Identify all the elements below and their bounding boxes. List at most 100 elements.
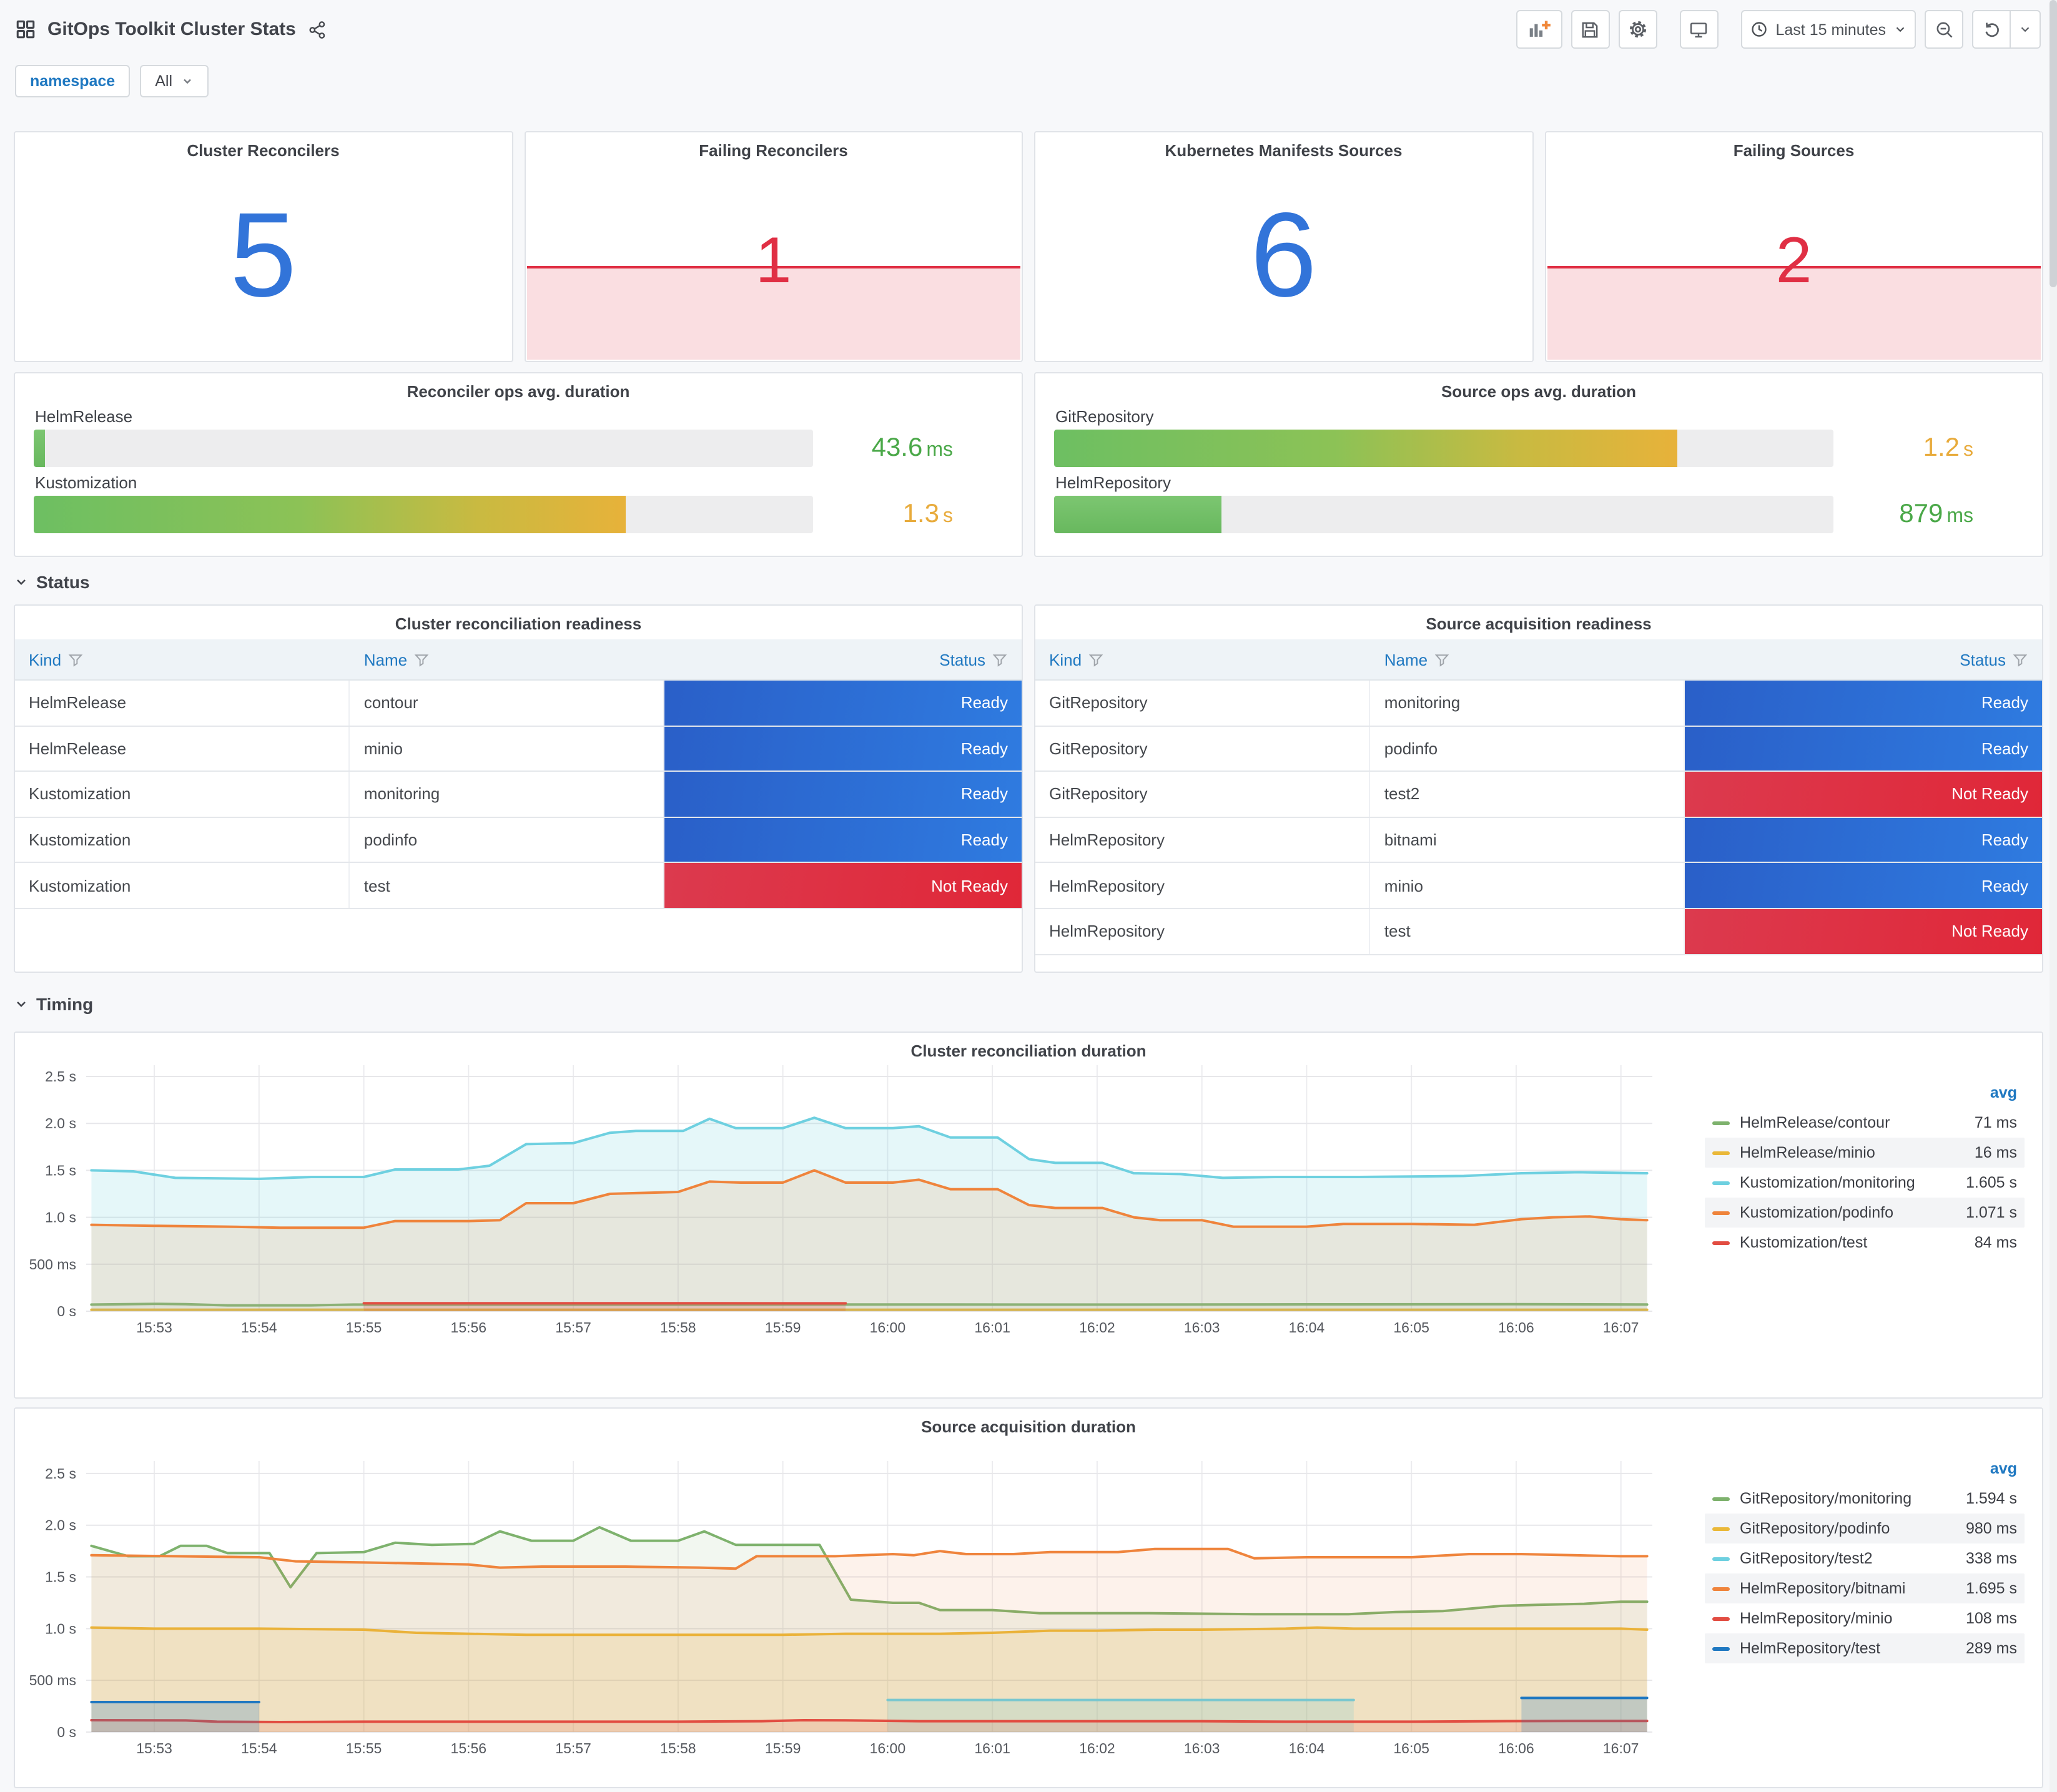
- panel-title[interactable]: Reconciler ops avg. duration: [34, 373, 1003, 401]
- table-row: HelmRelease minio Ready: [15, 726, 1022, 772]
- column-header-status[interactable]: Status: [664, 650, 1022, 669]
- scrollbar-thumb[interactable]: [2050, 0, 2057, 287]
- legend-row: HelmRelease/contour 71 ms: [1705, 1108, 2025, 1138]
- time-series-plot[interactable]: 0 s 500 ms 1.0 s 1.5 s 2.0 s 2.5 s 15:53 15:54 1…: [25, 1060, 1667, 1391]
- legend-row: GitRepository/monitoring 1.594 s: [1705, 1484, 2025, 1514]
- panel-title[interactable]: Cluster reconciliation duration: [25, 1033, 2032, 1060]
- panel-title[interactable]: Kubernetes Manifests Sources: [1035, 132, 1532, 160]
- dashboard-title[interactable]: GitOps Toolkit Cluster Stats: [47, 19, 296, 40]
- cell-name: test: [350, 863, 664, 908]
- status-badge: Ready: [1684, 863, 2042, 908]
- cell-name: contour: [350, 681, 664, 726]
- column-header-name[interactable]: Name: [1371, 650, 1685, 669]
- gauge-line: 879 ms: [1054, 496, 2023, 533]
- add-panel-button[interactable]: [1516, 10, 1562, 49]
- svg-text:16:06: 16:06: [1498, 1319, 1534, 1336]
- stat-panel: Failing Sources 2: [1544, 131, 2043, 362]
- apps-grid-icon[interactable]: [15, 19, 36, 40]
- svg-text:16:03: 16:03: [1184, 1740, 1220, 1756]
- svg-text:16:07: 16:07: [1603, 1740, 1639, 1756]
- column-header-name[interactable]: Name: [350, 650, 664, 669]
- save-dashboard-button[interactable]: [1571, 10, 1610, 49]
- legend-series-name[interactable]: Kustomization/monitoring: [1740, 1174, 1940, 1191]
- legend-series-avg: 1.071 s: [1965, 1204, 2017, 1221]
- panel-title[interactable]: Cluster Reconcilers: [15, 132, 511, 160]
- legend-series-name[interactable]: GitRepository/test2: [1740, 1550, 1940, 1567]
- legend-series-avg: 1.695 s: [1965, 1580, 2017, 1597]
- dashboard-settings-button[interactable]: [1618, 10, 1657, 49]
- gauge-label: GitRepository: [1055, 407, 1154, 426]
- row-toggle-status[interactable]: Status: [14, 559, 2043, 604]
- gauge-label: HelmRelease: [35, 407, 133, 426]
- gauge-row: HelmRelease 43.6 ms: [34, 407, 1003, 467]
- legend-series-avg: 108 ms: [1966, 1610, 2017, 1627]
- filter-icon: [1434, 651, 1450, 667]
- svg-text:15:57: 15:57: [555, 1740, 591, 1756]
- gauge-track: [1054, 430, 1833, 467]
- svg-text:15:53: 15:53: [136, 1319, 172, 1336]
- gauge-fill: [1054, 430, 1678, 467]
- table-row: Kustomization podinfo Ready: [15, 817, 1022, 864]
- legend-series-name[interactable]: Kustomization/podinfo: [1740, 1204, 1940, 1221]
- legend-series-marker: [1712, 1617, 1730, 1620]
- stats-row: Cluster Reconcilers 5 Failing Reconcilers 1…: [14, 131, 2043, 362]
- legend-series-name[interactable]: Kustomization/test: [1740, 1234, 1940, 1251]
- variable-namespace-label[interactable]: namespace: [15, 65, 131, 97]
- tv-mode-button[interactable]: [1679, 10, 1719, 49]
- svg-text:1.0 s: 1.0 s: [45, 1209, 76, 1226]
- panel-title[interactable]: Source acquisition duration: [25, 1409, 2032, 1436]
- status-badge: Ready: [1684, 726, 2042, 771]
- zoom-out-button[interactable]: [1925, 10, 1963, 49]
- column-header-kind[interactable]: Kind: [1035, 650, 1371, 669]
- cell-kind: GitRepository: [1035, 772, 1371, 817]
- variable-namespace-value[interactable]: All: [140, 65, 209, 97]
- svg-text:16:04: 16:04: [1289, 1319, 1325, 1336]
- panel-title[interactable]: Cluster reconciliation readiness: [15, 606, 1022, 633]
- legend-series-name[interactable]: HelmRepository/bitnami: [1740, 1580, 1940, 1597]
- svg-text:2.5 s: 2.5 s: [45, 1068, 76, 1085]
- refresh-button[interactable]: [1972, 10, 2011, 49]
- svg-text:16:05: 16:05: [1393, 1740, 1429, 1756]
- share-icon[interactable]: [307, 19, 327, 39]
- svg-text:16:02: 16:02: [1079, 1740, 1115, 1756]
- table-row: HelmRepository minio Ready: [1035, 863, 2042, 909]
- panel-title[interactable]: Failing Reconcilers: [525, 132, 1022, 160]
- svg-text:15:57: 15:57: [555, 1319, 591, 1336]
- row-toggle-timing[interactable]: Timing: [14, 975, 2043, 1031]
- svg-text:15:55: 15:55: [346, 1740, 382, 1756]
- gauge-line: 43.6 ms: [34, 430, 1003, 467]
- svg-text:16:04: 16:04: [1289, 1740, 1325, 1756]
- dashboard: GitOps Toolkit Cluster Stats Last 15 min…: [0, 0, 2057, 1792]
- svg-text:0 s: 0 s: [57, 1303, 76, 1319]
- table-header-row: Kind Name Status: [15, 639, 1022, 681]
- legend-header: avg: [1990, 1084, 2017, 1101]
- cell-name: test2: [1371, 772, 1685, 817]
- legend-series-name[interactable]: HelmRelease/contour: [1740, 1114, 1940, 1131]
- legend-series-name[interactable]: HelmRepository/test: [1740, 1640, 1940, 1657]
- svg-text:16:00: 16:00: [870, 1740, 906, 1756]
- refresh-interval-dropdown[interactable]: [2011, 10, 2041, 49]
- legend-series-name[interactable]: GitRepository/monitoring: [1740, 1490, 1940, 1507]
- legend-series-marker: [1712, 1181, 1730, 1184]
- legend-series-name[interactable]: HelmRepository/minio: [1740, 1610, 1940, 1627]
- table-row: GitRepository monitoring Ready: [1035, 681, 2042, 727]
- svg-text:16:01: 16:01: [974, 1319, 1010, 1336]
- scrollbar[interactable]: [2050, 0, 2057, 1792]
- panel-title[interactable]: Source acquisition readiness: [1035, 606, 2042, 633]
- legend-series-name[interactable]: GitRepository/podinfo: [1740, 1520, 1940, 1537]
- add-panel-icon: [1527, 19, 1551, 40]
- table-row: HelmRelease contour Ready: [15, 681, 1022, 727]
- panel-title[interactable]: Failing Sources: [1546, 132, 2042, 160]
- status-badge: Not Ready: [1684, 908, 2042, 954]
- column-header-status[interactable]: Status: [1685, 650, 2042, 669]
- column-header-label: Kind: [1049, 650, 1082, 669]
- svg-text:16:05: 16:05: [1393, 1319, 1429, 1336]
- column-header-kind[interactable]: Kind: [15, 650, 350, 669]
- time-series-plot[interactable]: 0 s 500 ms 1.0 s 1.5 s 2.0 s 2.5 s 15:53 15:54 1…: [25, 1436, 1667, 1781]
- variables-row: namespace All: [0, 59, 2057, 109]
- time-range-picker[interactable]: Last 15 minutes: [1740, 10, 1916, 49]
- gauge-line: 1.2 s: [1054, 430, 2023, 467]
- panel-title[interactable]: Source ops avg. duration: [1054, 373, 2023, 401]
- legend-series-avg: 71 ms: [1974, 1114, 2017, 1131]
- legend-series-name[interactable]: HelmRelease/minio: [1740, 1144, 1940, 1161]
